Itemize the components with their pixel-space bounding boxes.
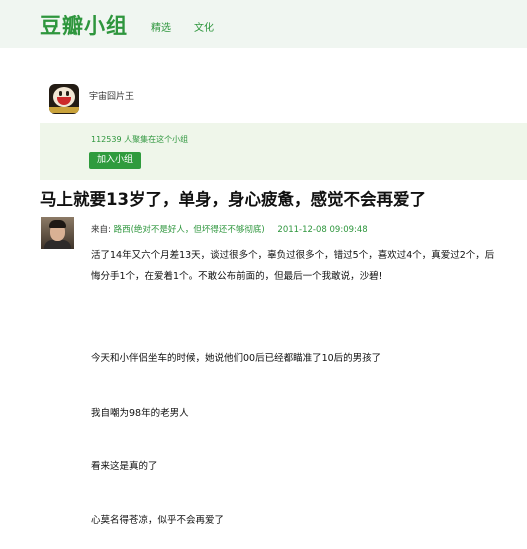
post-meta: 来自: 路西(绝对不是好人，但坏得还不够彻底) 2011-12-08 09:09… bbox=[91, 223, 368, 235]
join-group-button[interactable]: 加入小组 bbox=[89, 152, 141, 169]
avatar-body-shape bbox=[44, 240, 71, 249]
author-link[interactable]: 路西(绝对不是好人，但坏得还不够彻底) bbox=[114, 225, 265, 235]
post-date: 2011-12-08 09:09:48 bbox=[277, 225, 368, 235]
group-avatar-icon[interactable] bbox=[49, 84, 79, 114]
user-avatar[interactable] bbox=[41, 217, 74, 249]
logo-eye bbox=[66, 91, 69, 96]
group-name[interactable]: 宇宙囧片王 bbox=[89, 89, 134, 102]
nav-link-featured[interactable]: 精选 bbox=[151, 19, 171, 34]
top-nav-bar: 豆瓣小组 精选 文化 bbox=[0, 0, 527, 48]
nav-link-culture[interactable]: 文化 bbox=[194, 19, 214, 34]
logo-eye bbox=[59, 91, 62, 96]
post-paragraph: 我自嘲为98年的老男人 bbox=[91, 408, 189, 419]
author-prefix: 来自: bbox=[91, 225, 111, 235]
post-paragraph: 心莫名得苍凉，似乎不会再爱了 bbox=[91, 515, 225, 526]
douban-group-logo[interactable]: 豆瓣小组 bbox=[40, 10, 128, 40]
avatar-hair-shape bbox=[49, 220, 66, 228]
post-title: 马上就要13岁了，单身，身心疲惫，感觉不会再爱了 bbox=[40, 190, 426, 209]
post-paragraph: 看来这是真的了 bbox=[91, 461, 158, 472]
post-paragraph: 今天和小伴侣坐车的时候，她说他们00后已经都瞄准了10后的男孩了 bbox=[91, 353, 382, 364]
logo-caption-strip bbox=[49, 107, 79, 113]
post-paragraph: 活了14年又六个月差13天，谈过很多个，辜负过很多个，错过5个，喜欢过4个，真爱… bbox=[91, 250, 495, 282]
member-count: 112539 人聚集在这个小组 bbox=[91, 135, 189, 144]
